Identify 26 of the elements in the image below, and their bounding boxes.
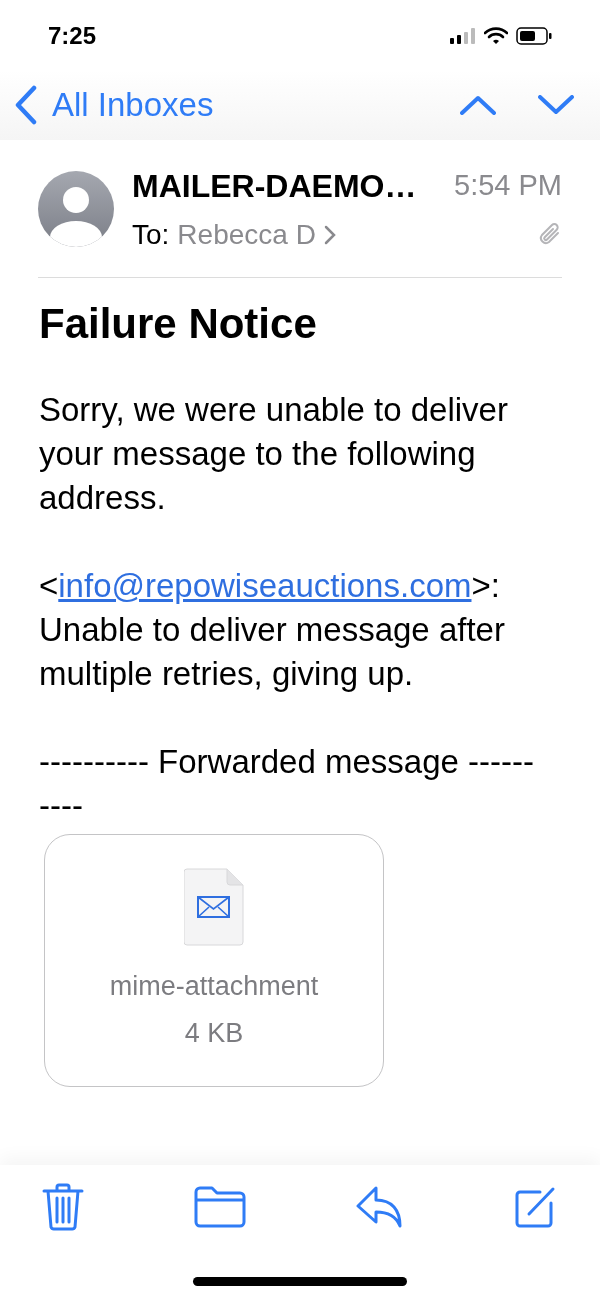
body-paragraph: <info@repowiseauctions.com>: Unable to deliver message after multiple retries, giving up. bbox=[39, 566, 506, 694]
body-paragraph: ---------- Forwarded message ---------- bbox=[39, 742, 535, 826]
wifi-icon bbox=[484, 27, 508, 45]
message-time: 5:54 PM bbox=[454, 167, 562, 203]
avatar-icon bbox=[38, 170, 114, 247]
chevron-left-icon bbox=[14, 85, 38, 125]
email-link[interactable]: info@repowiseauctions.com bbox=[58, 567, 472, 604]
chevron-down-icon[interactable] bbox=[538, 95, 574, 115]
chevron-right-icon bbox=[323, 224, 336, 245]
attachment-size: 4 KB bbox=[184, 1016, 244, 1050]
status-time: 7:25 bbox=[48, 21, 97, 51]
recipient-name[interactable]: Rebecca D bbox=[177, 213, 316, 256]
body-paragraph: Sorry, we were unable to deliver your message to the following address. bbox=[39, 390, 509, 518]
email-file-icon bbox=[184, 868, 244, 946]
sender-name: MAILER-DAEMO… bbox=[132, 166, 417, 206]
signal-icon bbox=[450, 28, 476, 44]
attachment-name: mime-attachment bbox=[109, 970, 319, 1003]
back-button[interactable]: All Inboxes bbox=[14, 80, 214, 130]
trash-icon[interactable] bbox=[42, 1183, 84, 1231]
chevron-up-icon[interactable] bbox=[460, 95, 496, 115]
battery-icon bbox=[516, 27, 552, 45]
message-subject: Failure Notice bbox=[39, 302, 318, 346]
attachment-card[interactable]: mime-attachment 4 KB bbox=[44, 834, 384, 1087]
reply-icon[interactable] bbox=[356, 1186, 404, 1228]
folder-icon[interactable] bbox=[194, 1186, 246, 1228]
to-label: To: bbox=[132, 217, 170, 252]
